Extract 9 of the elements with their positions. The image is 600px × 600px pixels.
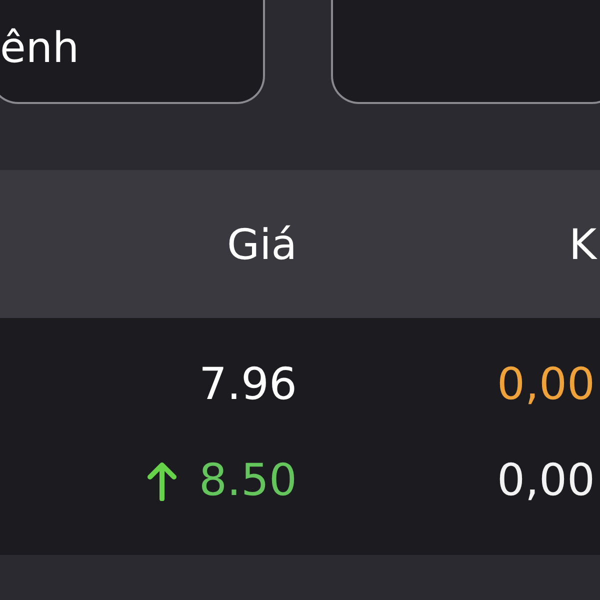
input-field[interactable]: ênh bbox=[0, 0, 265, 104]
input-field[interactable] bbox=[331, 0, 600, 104]
column-header: Giá bbox=[226, 220, 297, 268]
column-header: K bbox=[569, 220, 597, 268]
price-text: 8.50 bbox=[199, 455, 297, 506]
table-cell: 0,00 bbox=[497, 359, 595, 410]
price-text: 7.96 bbox=[199, 359, 297, 410]
table-cell: 0,00 bbox=[497, 455, 595, 506]
up-arrow-icon bbox=[147, 460, 178, 500]
